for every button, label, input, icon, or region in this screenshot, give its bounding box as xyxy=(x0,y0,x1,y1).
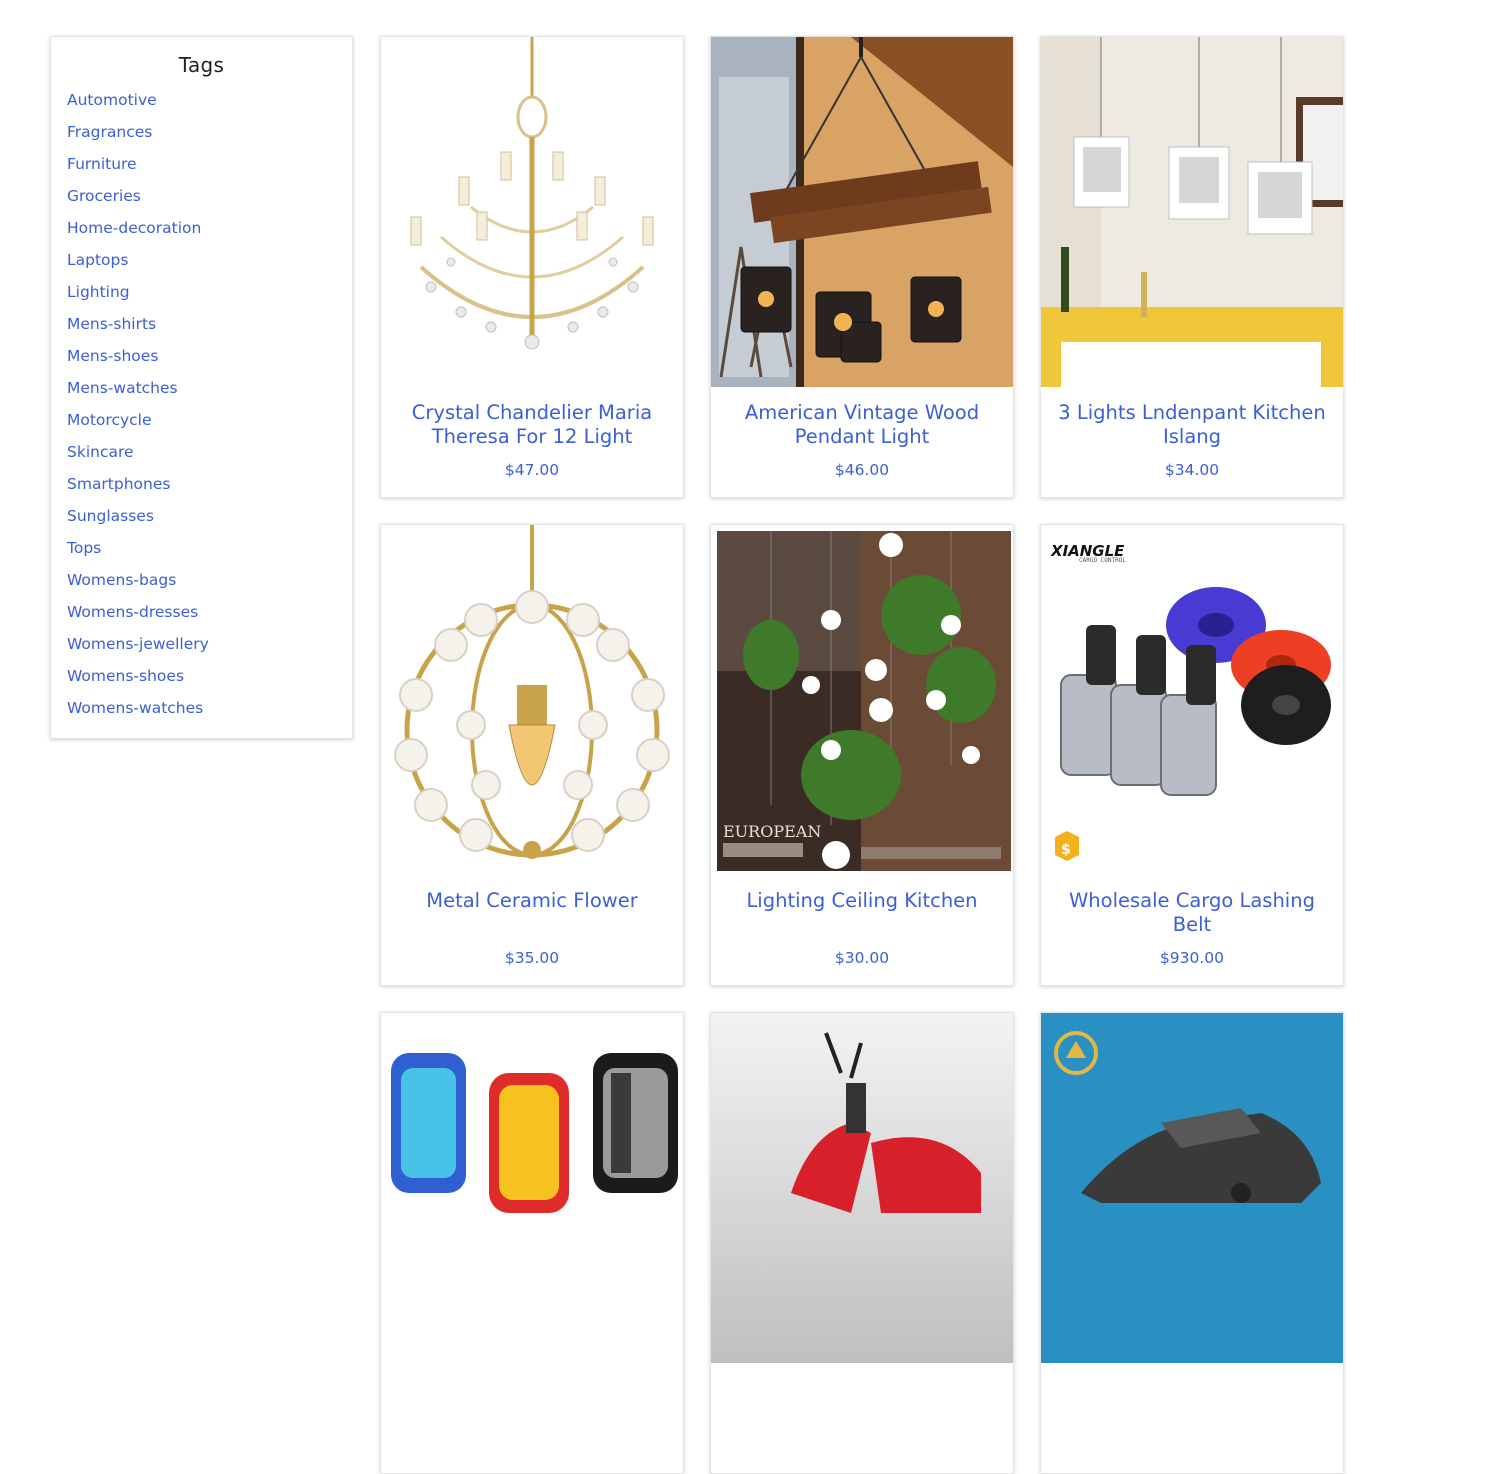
product-image[interactable] xyxy=(381,525,683,875)
tag-link[interactable]: Mens-shoes xyxy=(67,345,209,377)
tag-link[interactable]: Womens-dresses xyxy=(67,601,209,633)
product-price: $35.00 xyxy=(504,949,560,967)
product-name[interactable]: 3 Lights Lndenpant Kitchen Islang xyxy=(1055,401,1329,449)
sidebar-title: Tags xyxy=(178,53,225,77)
product-card[interactable]: EUROPEAN Lighting Ceiling Kitchen $30.00 xyxy=(710,524,1014,986)
product-name[interactable]: Crystal Chandelier Maria Theresa For 12 … xyxy=(395,401,669,449)
product-image[interactable] xyxy=(711,37,1013,387)
tag-link[interactable]: Womens-shoes xyxy=(67,665,209,697)
product-image[interactable] xyxy=(381,37,683,387)
product-price: $34.00 xyxy=(1164,461,1220,479)
tag-link[interactable]: Womens-jewellery xyxy=(67,633,209,665)
product-card[interactable] xyxy=(710,1012,1014,1474)
tag-link[interactable]: Womens-watches xyxy=(67,697,209,729)
product-image[interactable]: XIANGLE CARGO CONTROL $ xyxy=(1041,525,1343,875)
tag-link[interactable]: Smartphones xyxy=(67,473,209,505)
product-price: $46.00 xyxy=(834,461,890,479)
tag-link[interactable]: Laptops xyxy=(67,249,209,281)
product-name[interactable]: Metal Ceramic Flower xyxy=(395,889,669,913)
product-card[interactable]: American Vintage Wood Pendant Light $46.… xyxy=(710,36,1014,498)
product-image[interactable] xyxy=(1041,1013,1343,1363)
product-price: $47.00 xyxy=(504,461,560,479)
tag-link[interactable]: Fragrances xyxy=(67,121,209,153)
tag-link[interactable]: Womens-bags xyxy=(67,569,209,601)
tag-link[interactable]: Motorcycle xyxy=(67,409,209,441)
product-image[interactable]: EUROPEAN xyxy=(711,525,1013,875)
product-image[interactable] xyxy=(1041,37,1343,387)
tag-link[interactable]: Groceries xyxy=(67,185,209,217)
svg-text:$: $ xyxy=(1061,842,1071,858)
product-image[interactable] xyxy=(711,1013,1013,1363)
tag-list: Automotive Fragrances Furniture Grocerie… xyxy=(67,89,209,729)
product-card[interactable]: 3 Lights Lndenpant Kitchen Islang $34.00 xyxy=(1040,36,1344,498)
tag-link[interactable]: Automotive xyxy=(67,89,209,121)
tag-link[interactable]: Lighting xyxy=(67,281,209,313)
tag-link[interactable]: Tops xyxy=(67,537,209,569)
image-caption-text: EUROPEAN xyxy=(723,822,821,841)
product-card[interactable] xyxy=(1040,1012,1344,1474)
product-name[interactable]: Lighting Ceiling Kitchen xyxy=(725,889,999,913)
tag-link[interactable]: Sunglasses xyxy=(67,505,209,537)
product-card[interactable]: Crystal Chandelier Maria Theresa For 12 … xyxy=(380,36,684,498)
tag-link[interactable]: Mens-watches xyxy=(67,377,209,409)
product-image[interactable] xyxy=(381,1013,683,1363)
product-card[interactable]: Metal Ceramic Flower $35.00 xyxy=(380,524,684,986)
product-name[interactable]: American Vintage Wood Pendant Light xyxy=(725,401,999,449)
product-name[interactable]: Wholesale Cargo Lashing Belt xyxy=(1055,889,1329,937)
product-card[interactable] xyxy=(380,1012,684,1474)
brand-logo-subtext: CARGO CONTROL xyxy=(1079,557,1126,564)
product-card[interactable]: XIANGLE CARGO CONTROL $ Wholesale Cargo … xyxy=(1040,524,1344,986)
tags-sidebar: Tags Automotive Fragrances Furniture Gro… xyxy=(50,36,353,739)
tag-link[interactable]: Skincare xyxy=(67,441,209,473)
product-price: $30.00 xyxy=(834,949,890,967)
tag-link[interactable]: Mens-shirts xyxy=(67,313,209,345)
tag-link[interactable]: Home-decoration xyxy=(67,217,209,249)
tag-link[interactable]: Furniture xyxy=(67,153,209,185)
product-price: $930.00 xyxy=(1159,949,1225,967)
